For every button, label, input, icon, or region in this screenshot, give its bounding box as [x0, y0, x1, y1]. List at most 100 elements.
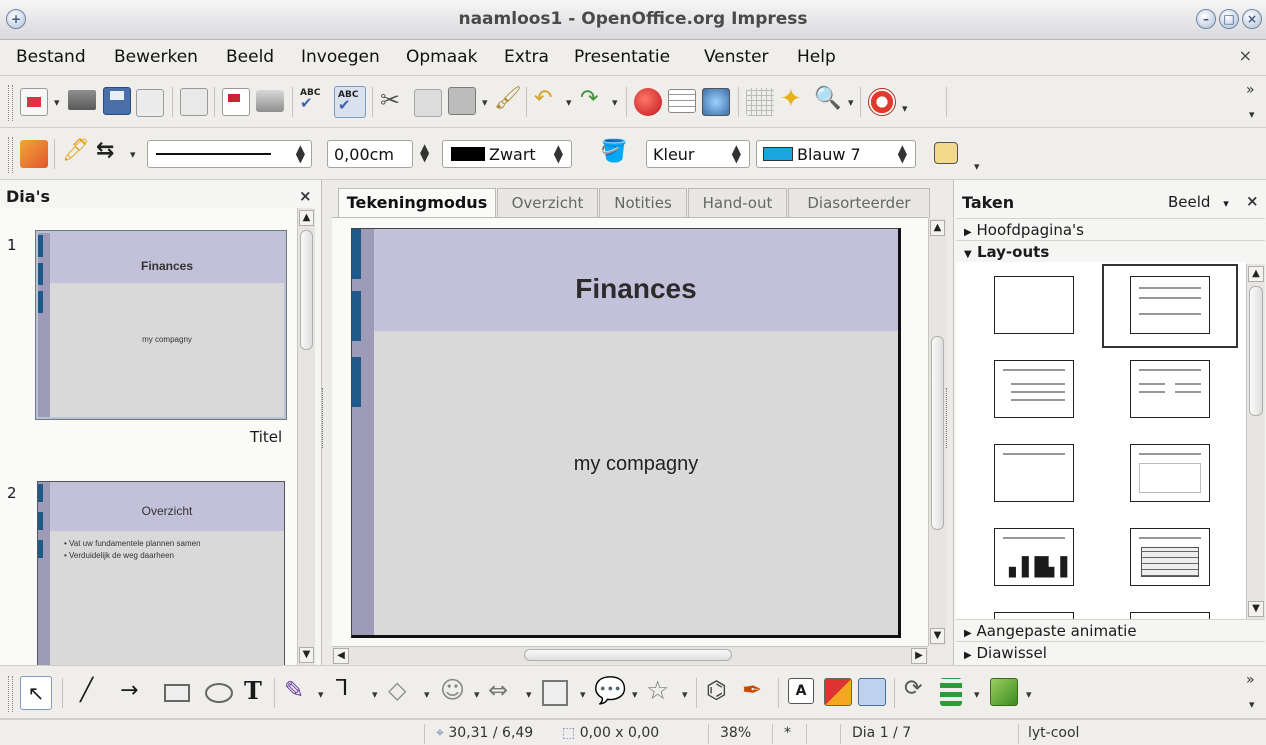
toolbar-overflow-icon[interactable]: » — [1246, 82, 1255, 98]
chevron-down-icon[interactable]: ▾ — [1249, 108, 1255, 121]
block-arrows-icon[interactable]: ⇔ — [488, 676, 516, 704]
scroll-thumb[interactable] — [524, 649, 732, 661]
menu-bewerken[interactable]: Bewerken — [114, 47, 198, 67]
chevron-down-icon[interactable]: ▾ — [580, 688, 586, 701]
tab-overzicht[interactable]: Overzicht — [497, 188, 598, 218]
layout-blank[interactable] — [994, 276, 1074, 334]
arrange-icon[interactable] — [990, 678, 1018, 706]
scroll-thumb[interactable] — [1249, 286, 1263, 416]
line-tool-icon[interactable]: ╱ — [80, 678, 108, 706]
menu-extra[interactable]: Extra — [504, 47, 549, 67]
slide-title[interactable]: Finances — [374, 273, 898, 305]
minimize-icon[interactable]: – — [1196, 9, 1216, 29]
chevron-down-icon[interactable]: ▾ — [1026, 688, 1032, 701]
status-zoom[interactable]: 38% — [720, 723, 751, 745]
menu-invoegen[interactable]: Invoegen — [301, 47, 380, 67]
chevron-down-icon[interactable]: ▾ — [318, 688, 324, 701]
scroll-down-icon[interactable]: ▼ — [930, 628, 945, 644]
line-width-spinner[interactable]: ▲ ▼ — [420, 142, 429, 163]
alignment-icon[interactable] — [940, 678, 962, 706]
points-icon[interactable]: ⌬ — [706, 676, 734, 704]
scroll-left-icon[interactable]: ◀ — [333, 648, 349, 664]
menu-venster[interactable]: Venster — [704, 47, 769, 67]
shadow-icon[interactable] — [934, 142, 958, 164]
print-icon[interactable] — [256, 90, 284, 112]
undo-icon[interactable]: ↶ — [534, 86, 562, 114]
tab-hand-out[interactable]: Hand-out — [688, 188, 787, 218]
pane-splitter[interactable] — [322, 388, 327, 448]
glue-points-icon[interactable]: ✒ — [742, 676, 770, 704]
tab-tekeningmodus[interactable]: Tekeningmodus — [338, 188, 496, 218]
scroll-right-icon[interactable]: ▶ — [911, 648, 927, 664]
scroll-down-icon[interactable]: ▼ — [1248, 601, 1264, 617]
layouts-scrollbar[interactable]: ▲ ▼ — [1246, 264, 1265, 619]
close-slides-pane-icon[interactable]: × — [299, 187, 312, 205]
current-slide[interactable]: Finances my compagny — [351, 228, 901, 638]
line-style-icon[interactable]: 🖊 — [62, 138, 90, 166]
flowchart-icon[interactable] — [542, 680, 568, 706]
spellcheck-icon[interactable]: ABC ✔ — [300, 88, 328, 116]
basic-shapes-icon[interactable]: ◇ — [388, 676, 416, 704]
chevron-down-icon[interactable]: ▾ — [372, 688, 378, 701]
tasks-view-menu[interactable]: Beeld ▾ — [1168, 193, 1229, 211]
arrow-line-tool-icon[interactable]: → — [120, 678, 148, 706]
slide-thumbnail-1[interactable]: Finances my compagny — [36, 231, 286, 419]
select-mode-icon[interactable] — [20, 140, 48, 168]
layout-title-only[interactable] — [994, 444, 1074, 502]
chevron-down-icon[interactable]: ▾ — [474, 688, 480, 701]
layout-title-chart[interactable]: ▖▌█▖▌ — [994, 528, 1074, 586]
curve-tool-icon[interactable]: ✎ — [284, 676, 312, 704]
clone-format-icon[interactable]: 🖌 — [494, 86, 522, 114]
ellipse-tool-icon[interactable] — [205, 683, 233, 703]
layout-title-table[interactable] — [1130, 528, 1210, 586]
new-document-icon[interactable] — [20, 88, 48, 116]
chart-icon[interactable] — [634, 88, 662, 116]
section-diawissel[interactable]: ▶ Diawissel — [956, 641, 1265, 663]
chevron-down-icon[interactable]: ▾ — [1249, 698, 1255, 711]
line-color-select[interactable]: Zwart ▲ ▼ — [442, 140, 572, 168]
scroll-up-icon[interactable]: ▲ — [930, 220, 945, 236]
navigator-icon[interactable]: ✦ — [780, 86, 808, 114]
chevron-down-icon[interactable]: ▾ — [424, 688, 430, 701]
from-file-icon[interactable] — [824, 678, 852, 706]
menu-beeld[interactable]: Beeld — [226, 47, 274, 67]
scroll-up-icon[interactable]: ▲ — [1248, 266, 1264, 282]
layout-title-two-content[interactable] — [1130, 360, 1210, 418]
chevron-down-icon[interactable]: ▾ — [848, 96, 854, 109]
zoom-icon[interactable]: 🔍 — [814, 86, 842, 114]
toolbar-grip[interactable] — [8, 137, 13, 173]
paste-icon[interactable] — [448, 87, 476, 115]
rotate-icon[interactable]: ⟳ — [904, 676, 932, 704]
close-tasks-pane-icon[interactable]: × — [1246, 192, 1259, 210]
email-icon[interactable] — [136, 89, 164, 117]
menu-help[interactable]: Help — [797, 47, 836, 67]
edit-file-icon[interactable] — [180, 88, 208, 116]
canvas-hscrollbar[interactable]: ◀ ▶ — [332, 646, 928, 664]
maximize-icon[interactable]: □ — [1219, 9, 1239, 29]
table-icon[interactable] — [668, 89, 696, 113]
line-width-input[interactable]: 0,00cm — [327, 140, 413, 168]
scroll-thumb[interactable] — [300, 230, 313, 350]
rectangle-tool-icon[interactable] — [164, 684, 190, 702]
line-style-select[interactable]: ▲ ▼ — [147, 140, 312, 168]
export-pdf-icon[interactable] — [222, 88, 250, 116]
text-tool-icon[interactable]: T — [244, 676, 272, 705]
scroll-thumb[interactable] — [931, 336, 944, 530]
drawing-canvas[interactable]: Finances my compagny — [332, 217, 928, 646]
redo-icon[interactable]: ↷ — [580, 86, 608, 114]
slides-scrollbar[interactable]: ▲ ▼ — [297, 208, 315, 665]
chevron-down-icon[interactable]: ▾ — [130, 148, 136, 161]
insert-object-icon[interactable] — [702, 88, 730, 116]
menu-opmaak[interactable]: Opmaak — [406, 47, 477, 67]
chevron-down-icon[interactable]: ▾ — [632, 688, 638, 701]
section-aangepaste-animatie[interactable]: ▶ Aangepaste animatie — [956, 619, 1265, 641]
close-document-icon[interactable]: × — [1239, 46, 1252, 65]
chevron-down-icon[interactable]: ▾ — [974, 688, 980, 701]
connector-tool-icon[interactable]: ⅂ — [336, 676, 364, 704]
layout-title-slide[interactable] — [1130, 276, 1210, 334]
toolbar-grip[interactable] — [8, 85, 13, 121]
grid-icon[interactable] — [746, 88, 774, 116]
section-hoofdpaginas[interactable]: ▶ Hoofdpagina's — [956, 218, 1265, 240]
fill-color-select[interactable]: Blauw 7 ▲ ▼ — [756, 140, 916, 168]
symbol-shapes-icon[interactable]: ☺ — [440, 676, 468, 704]
